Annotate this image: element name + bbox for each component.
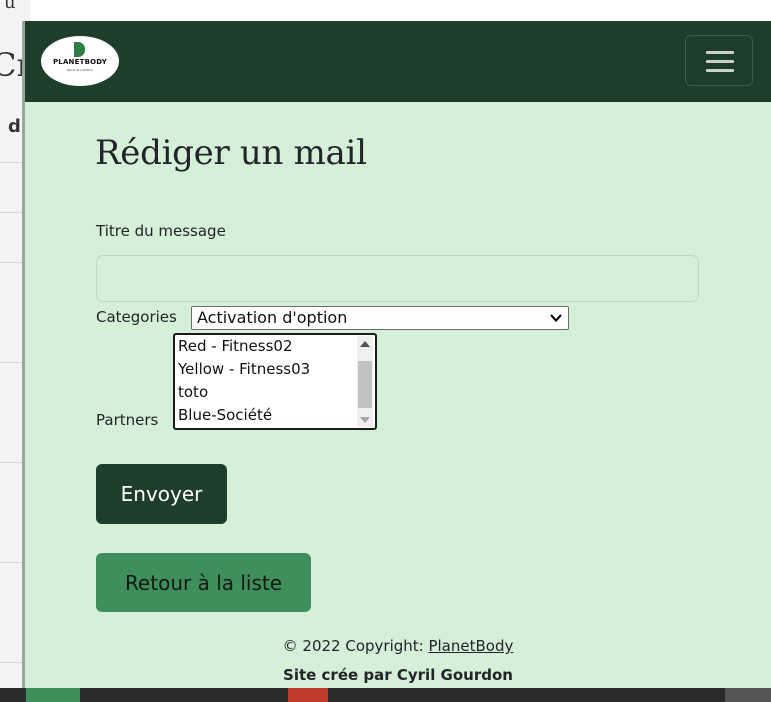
partner-option[interactable]: toto	[178, 383, 208, 401]
categories-selected-value: Activation d'option	[197, 308, 348, 327]
mail-compose-window: PLANETBODY Sport et nutrition Rédiger un…	[25, 21, 771, 688]
send-button[interactable]: Envoyer	[96, 464, 227, 524]
scroll-thumb[interactable]	[358, 361, 372, 408]
partner-option[interactable]: Red - Fitness02	[178, 337, 293, 355]
footer-copyright: © 2022 Copyright: PlanetBody	[25, 637, 771, 655]
footer-credit: Site crée par Cyril Gourdon	[283, 666, 513, 684]
taskbar-item	[26, 688, 80, 702]
copyright-text: © 2022 Copyright:	[282, 637, 429, 655]
partner-option[interactable]: Blue-Société	[178, 406, 272, 424]
taskbar-item	[725, 688, 771, 702]
back-to-list-button[interactable]: Retour à la liste	[96, 553, 311, 612]
background-glyph: u	[4, 0, 16, 13]
page-title: Rédiger un mail	[95, 133, 367, 173]
categories-label: Categories	[96, 308, 177, 326]
logo-tagline: Sport et nutrition	[67, 68, 93, 72]
message-title-label: Titre du message	[96, 222, 226, 240]
logo-mark-icon	[74, 42, 85, 57]
menu-toggle-button[interactable]	[685, 35, 753, 86]
planetbody-link[interactable]: PlanetBody	[428, 637, 513, 655]
message-title-input[interactable]	[96, 255, 699, 302]
scroll-down-arrow-icon[interactable]	[360, 417, 370, 423]
partners-listbox[interactable]: Red - Fitness02 Yellow - Fitness03 toto …	[173, 333, 377, 430]
categories-select[interactable]: Activation d'option	[191, 306, 569, 330]
taskbar-item	[288, 688, 328, 702]
listbox-scrollbar[interactable]	[357, 336, 373, 427]
partners-label: Partners	[96, 411, 159, 429]
partner-option[interactable]: Yellow - Fitness03	[178, 360, 310, 378]
logo-name: PLANETBODY	[52, 58, 108, 66]
planetbody-logo[interactable]: PLANETBODY Sport et nutrition	[41, 36, 119, 86]
navbar: PLANETBODY Sport et nutrition	[25, 21, 771, 102]
chevron-down-icon	[550, 314, 562, 323]
background-taskbar	[0, 688, 771, 702]
background-glyph: d	[8, 116, 21, 137]
scroll-up-arrow-icon[interactable]	[360, 341, 370, 347]
